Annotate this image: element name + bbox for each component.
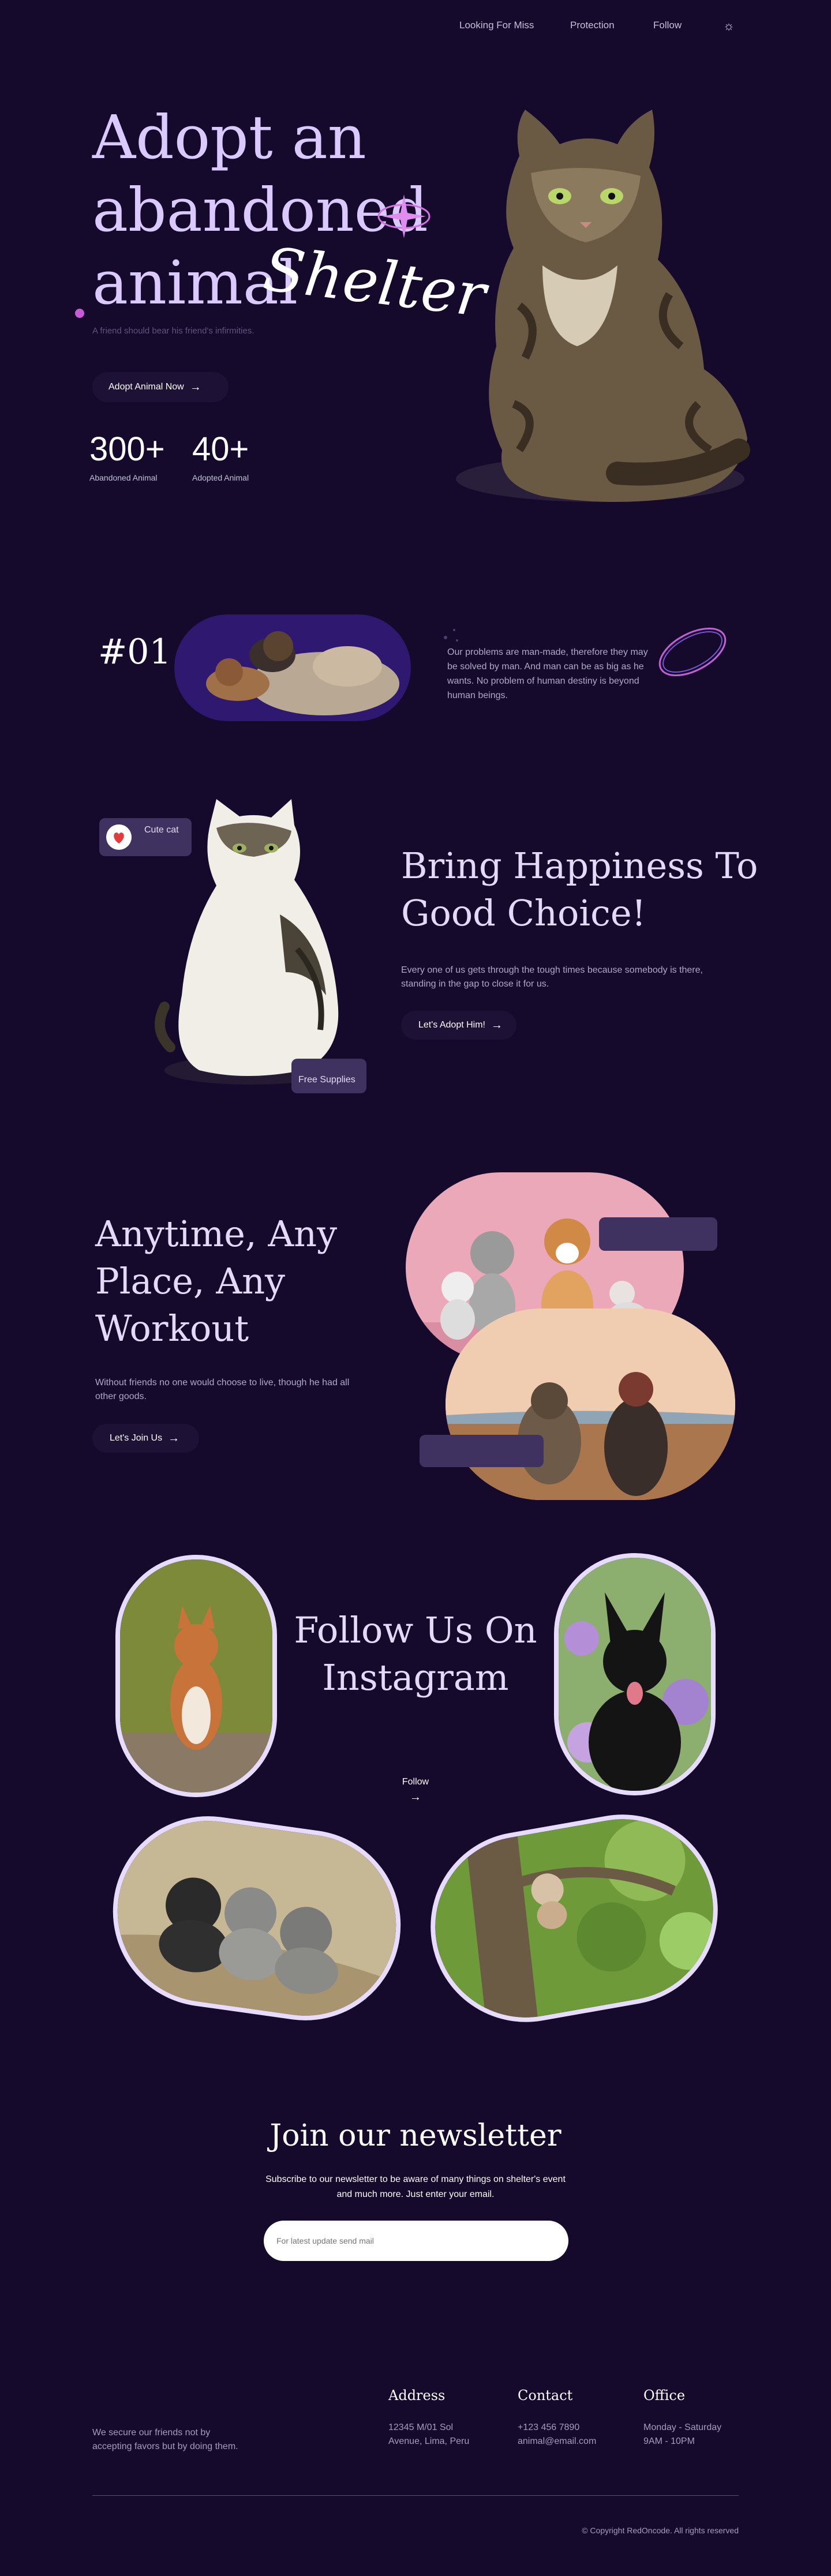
nav-item-protection[interactable]: Protection bbox=[570, 20, 615, 31]
join-us-label: Let's Join Us bbox=[110, 1433, 163, 1443]
footer-address-line2: Avenue, Lima, Peru bbox=[388, 2436, 470, 2446]
hero-subtitle: A friend should bear his friend's infirm… bbox=[92, 326, 254, 336]
cats-lying-image bbox=[206, 631, 399, 715]
arrow-right-icon: → bbox=[410, 1791, 421, 1803]
nav-item-follow[interactable]: Follow bbox=[653, 20, 682, 31]
footer-contact-phone[interactable]: +123 456 7890 bbox=[518, 2421, 633, 2435]
happiness-title-line2: Good Choice! bbox=[401, 892, 646, 934]
stat-value: 40+ bbox=[192, 430, 249, 468]
footer-contact: Contact +123 456 7890 animal@email.com bbox=[518, 2387, 633, 2448]
instagram-tree-kitten-image[interactable] bbox=[415, 1799, 733, 2037]
adopt-animal-label: Adopt Animal Now bbox=[108, 382, 184, 392]
newsletter-text: Subscribe to our newsletter to be aware … bbox=[0, 2172, 831, 2202]
instagram-title-line1: Follow Us On bbox=[294, 1609, 537, 1651]
footer-contact-email[interactable]: animal@email.com bbox=[518, 2435, 633, 2448]
quote-number: #01 bbox=[98, 632, 171, 672]
newsletter-title: Join our newsletter bbox=[269, 2118, 562, 2153]
stat-label: Adopted Animal bbox=[192, 473, 249, 482]
happiness-title: Bring Happiness To Good Choice! bbox=[401, 842, 758, 937]
instagram-title: Follow Us On Instagram bbox=[289, 1607, 542, 1701]
dots-icon bbox=[444, 629, 458, 642]
join-us-button[interactable]: Let's Join Us → bbox=[92, 1424, 199, 1453]
footer-office: Office Monday - Saturday 9AM - 10PM bbox=[643, 2387, 759, 2448]
instagram-kittens-image[interactable] bbox=[100, 1803, 413, 2033]
stat-adopted: 40+ Adopted Animal bbox=[192, 430, 279, 482]
footer-copyright: © Copyright RedOncode. All rights reserv… bbox=[582, 2526, 739, 2535]
free-supplies-label: Free Supplies bbox=[298, 1075, 355, 1085]
cute-cat-badge: Cute cat bbox=[99, 818, 192, 856]
happiness-title-line1: Bring Happiness To bbox=[401, 845, 758, 887]
adopt-him-label: Let's Adopt Him! bbox=[418, 1020, 485, 1030]
arrow-right-icon: → bbox=[491, 1018, 503, 1032]
newsletter-text-line1: Subscribe to our newsletter to be aware … bbox=[265, 2174, 566, 2184]
workout-text: Without friends no one would choose to l… bbox=[95, 1378, 350, 1401]
follow-label: Follow bbox=[402, 1777, 429, 1787]
workout-card-top bbox=[599, 1217, 717, 1251]
footer-address-line1: 12345 M/01 Sol bbox=[388, 2423, 454, 2432]
stat-label: Abandoned Animal bbox=[89, 473, 158, 482]
instagram-corgi-image[interactable] bbox=[115, 1555, 277, 1797]
adopt-animal-button[interactable]: Adopt Animal Now → bbox=[92, 372, 229, 402]
quote-image-wrap bbox=[174, 614, 411, 721]
stat-abandoned: 300+ Abandoned Animal bbox=[89, 430, 176, 482]
nav-item-looking-for-miss[interactable]: Looking For Miss bbox=[459, 20, 534, 31]
happiness-text: Every one of us gets through the tough t… bbox=[401, 965, 703, 989]
quote-text: Our problems are man-made, therefore the… bbox=[447, 647, 648, 700]
orbit-ring-icon bbox=[658, 627, 727, 677]
stat-value: 300+ bbox=[89, 430, 165, 468]
footer-office-hours: 9AM - 10PM bbox=[643, 2436, 695, 2446]
footer-about: We secure our friends not by accepting f… bbox=[92, 2428, 238, 2451]
follow-link[interactable]: Follow → bbox=[398, 1777, 433, 1804]
workout-title: Anytime, Any Place, Any Workout bbox=[95, 1210, 337, 1352]
adopt-him-button[interactable]: Let's Adopt Him! → bbox=[401, 1011, 516, 1040]
newsletter-email-input[interactable] bbox=[264, 2221, 568, 2261]
footer-office-title: Office bbox=[643, 2387, 686, 2403]
footer-address: Address 12345 M/01 Sol Avenue, Lima, Per… bbox=[388, 2387, 504, 2448]
pink-dot bbox=[75, 309, 84, 318]
heart-icon bbox=[114, 833, 124, 843]
footer-address-title: Address bbox=[388, 2387, 446, 2403]
top-nav: Looking For Miss Protection Follow ☼ bbox=[0, 16, 831, 35]
arrow-right-icon: → bbox=[189, 380, 201, 393]
girl-dog-image bbox=[446, 1308, 735, 1500]
instagram-title-line2: Instagram bbox=[322, 1656, 509, 1698]
heart-badge bbox=[106, 824, 132, 850]
workout-card-bottom bbox=[420, 1435, 544, 1467]
arrow-right-icon: → bbox=[168, 1431, 180, 1445]
workout-title-line1: Anytime, Any bbox=[95, 1213, 338, 1255]
hero-cat-image bbox=[456, 110, 750, 502]
footer-contact-title: Contact bbox=[518, 2387, 573, 2403]
instagram-black-dog-image[interactable] bbox=[554, 1553, 716, 1795]
footer-office-days: Monday - Saturday bbox=[643, 2423, 722, 2432]
newsletter-text-line2: and much more. Just enter your email. bbox=[336, 2189, 495, 2199]
cute-cat-label: Cute cat bbox=[144, 825, 179, 835]
workout-title-line3: Workout bbox=[95, 1307, 249, 1349]
workout-title-line2: Place, Any bbox=[95, 1260, 286, 1302]
footer-divider bbox=[92, 2495, 739, 2496]
free-supplies-badge: Free Supplies bbox=[291, 1059, 366, 1093]
sparkle-icon bbox=[377, 194, 431, 238]
sun-icon[interactable]: ☼ bbox=[721, 18, 736, 33]
